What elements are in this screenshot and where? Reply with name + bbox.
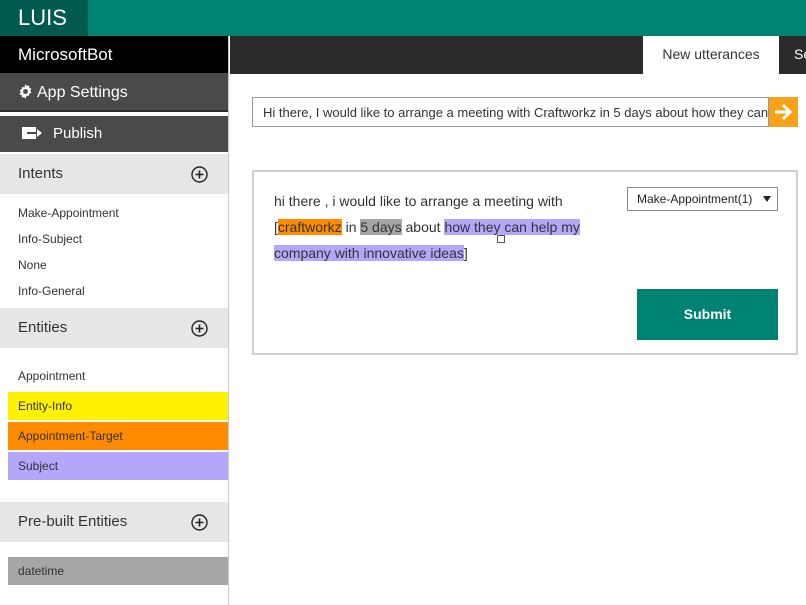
intent-item[interactable]: Make-Appointment	[0, 200, 228, 226]
utterance-text: in	[341, 219, 361, 235]
entity-subject-text: how they	[444, 219, 501, 235]
entity-item[interactable]: Entity-Info	[8, 392, 228, 420]
app-settings-button[interactable]: App Settings	[0, 73, 228, 112]
publish-label: Publish	[53, 125, 103, 142]
utterance-input[interactable]	[252, 97, 769, 127]
entity-appointment-target[interactable]: craftworkz	[277, 219, 342, 235]
top-bar: LUIS	[0, 0, 806, 36]
intent-item[interactable]: Info-Subject	[0, 226, 228, 252]
intents-title: Intents	[18, 165, 64, 182]
entities-title: Entities	[18, 319, 68, 336]
prebuilt-entity-item[interactable]: datetime	[8, 557, 228, 585]
luis-logo[interactable]: LUIS	[0, 0, 88, 36]
tab-new-utterances[interactable]: New utterances	[643, 36, 779, 74]
app-settings-label: App Settings	[37, 84, 128, 101]
gear-icon	[19, 84, 32, 99]
bracket-close: ]	[463, 245, 468, 261]
entity-item[interactable]: Appointment	[8, 362, 228, 390]
sidebar: MicrosoftBot App Settings Publish Intent…	[0, 36, 229, 605]
intent-item[interactable]: Info-General	[0, 278, 228, 304]
entity-datetime[interactable]: 5 days	[360, 219, 402, 235]
publish-icon	[22, 127, 42, 139]
labeled-utterance: hi there , i would like to arrange a mee…	[274, 188, 604, 266]
intent-select-value: Make-Appointment(1)	[637, 192, 753, 206]
prebuilt-entities-title: Pre-built Entities	[18, 513, 128, 530]
tab-next[interactable]: Se	[794, 36, 806, 74]
app-name: MicrosoftBot	[0, 36, 228, 73]
arrow-right-icon	[775, 103, 793, 121]
utterance-text: hi there , i would like to arrange a mee…	[274, 193, 563, 209]
add-entity-icon[interactable]	[191, 320, 208, 337]
intent-select[interactable]: Make-Appointment(1)	[627, 187, 778, 211]
entity-item[interactable]: Appointment-Target	[8, 422, 228, 450]
chevron-down-icon	[763, 196, 771, 202]
tab-bar: New utterances Se	[230, 36, 806, 74]
entities-header: Entities	[0, 308, 228, 348]
utterance-card: hi there , i would like to arrange a mee…	[252, 170, 798, 355]
intent-item[interactable]: None	[0, 252, 228, 278]
prebuilt-entities-header: Pre-built Entities	[0, 502, 228, 542]
utterance-text: about	[401, 219, 445, 235]
add-intent-icon[interactable]	[191, 166, 208, 183]
add-prebuilt-entity-icon[interactable]	[191, 514, 208, 531]
entity-item[interactable]: Subject	[8, 452, 228, 480]
submit-button[interactable]: Submit	[637, 289, 778, 340]
intents-header: Intents	[0, 154, 228, 194]
submit-utterance-button[interactable]	[769, 97, 798, 127]
publish-button[interactable]: Publish	[0, 116, 228, 152]
